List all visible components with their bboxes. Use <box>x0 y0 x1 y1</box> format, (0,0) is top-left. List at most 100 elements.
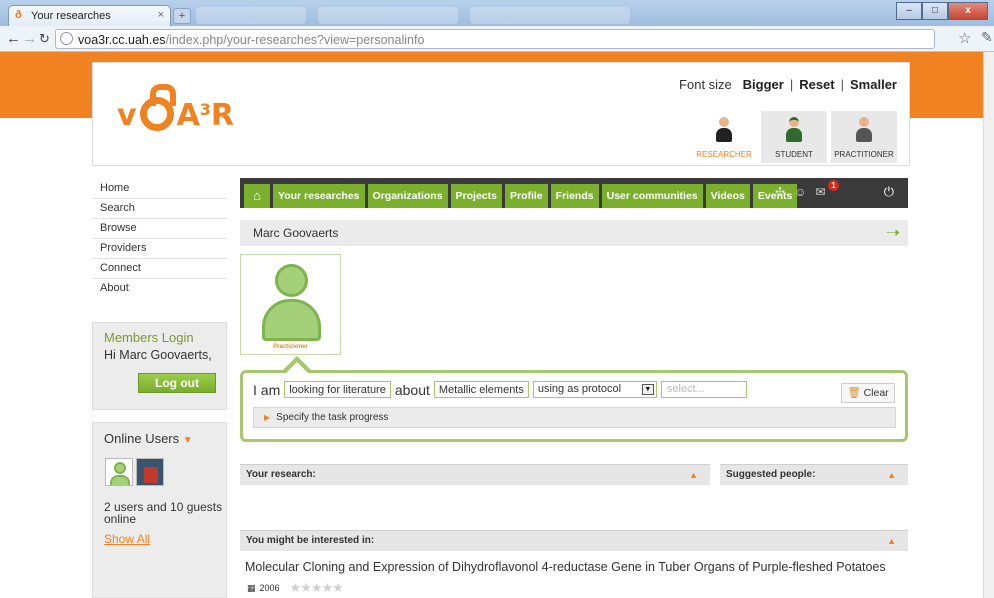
online-users-box: Online Users ▼ 2 users and 10 guests onl… <box>92 422 227 598</box>
nav-providers[interactable]: Providers <box>92 239 227 259</box>
tab-videos[interactable]: Videos <box>705 184 750 208</box>
rating-stars[interactable]: ★★★★★ <box>290 580 344 596</box>
profile-avatar-body <box>262 299 321 341</box>
back-arrow-icon[interactable]: ← <box>6 30 21 48</box>
online-avatars <box>105 458 164 486</box>
minimize-button[interactable]: – <box>896 2 922 20</box>
suggested-people-header[interactable]: Suggested people: ▲ <box>720 464 908 485</box>
researcher-icon <box>716 117 732 143</box>
reload-icon[interactable]: ↻ <box>39 30 50 48</box>
student-icon <box>786 117 802 143</box>
home-icon[interactable]: ⌂ <box>244 184 270 208</box>
about-label: about <box>394 381 430 398</box>
font-bigger-link[interactable]: Bigger <box>743 77 784 92</box>
topic-chip[interactable]: Metallic elements <box>433 381 529 398</box>
window-close-button[interactable]: x <box>948 2 988 20</box>
tab-your-researches[interactable]: Your researches <box>273 184 365 208</box>
trash-icon: 🗑 <box>847 387 861 399</box>
voa3r-favicon-icon: ð <box>15 9 22 21</box>
voa3r-logo[interactable]: vA3R <box>117 84 234 133</box>
arrow-right-icon[interactable]: ➝ <box>886 223 900 243</box>
callout-pointer-inner <box>285 362 309 374</box>
caret-up-icon: ▲ <box>887 536 896 546</box>
members-login-box: Members Login Hi Marc Goovaerts, Log out <box>92 322 227 410</box>
clear-button[interactable]: 🗑 Clear <box>841 383 895 403</box>
font-reset-link[interactable]: Reset <box>799 77 834 92</box>
browser-toolbar: ← → ↻ voa3r.cc.uah.es/index.php/your-res… <box>0 26 994 52</box>
online-count-text: 2 users and 10 guests online <box>104 500 223 526</box>
maximize-button[interactable]: □ <box>922 2 948 20</box>
user-name: Marc Goovaerts <box>253 226 339 240</box>
task-box: I am looking for literature about Metall… <box>240 370 908 442</box>
font-size-label: Font size <box>679 77 732 92</box>
role-practitioner[interactable]: PRACTITIONER <box>831 111 897 163</box>
browser-tab[interactable] <box>470 7 630 24</box>
action-chip[interactable]: looking for literature <box>284 381 391 398</box>
profile-avatar-head <box>275 264 308 297</box>
nav-icon-group: ✣ ☺ ✉ <box>775 185 825 199</box>
greeting-text: Hi Marc Goovaerts, <box>104 348 212 362</box>
task-sentence: I am looking for literature about Metall… <box>253 381 747 398</box>
user-name-bar: Marc Goovaerts ➝ <box>240 220 908 246</box>
profile-role-caption: Practicioner <box>273 344 308 350</box>
browser-tab-active[interactable]: ð Your researches × <box>8 5 171 27</box>
close-tab-icon[interactable]: × <box>158 9 164 21</box>
network-icon[interactable]: ✣ <box>775 185 785 199</box>
nav-about[interactable]: About <box>92 279 227 299</box>
power-icon[interactable]: ⏻ <box>884 184 894 200</box>
online-users-title[interactable]: Online Users ▼ <box>104 431 193 446</box>
caret-up-icon: ▲ <box>887 470 896 480</box>
main-nav-bar: ⌂ Your researches Organizations Projects… <box>240 178 908 208</box>
tab-profile[interactable]: Profile <box>504 184 548 208</box>
caret-down-icon: ▼ <box>182 435 193 446</box>
i-am-label: I am <box>253 381 281 398</box>
wrench-icon[interactable]: ✎ <box>981 29 993 46</box>
nav-connect[interactable]: Connect <box>92 259 227 279</box>
mail-count-badge: 1 <box>828 180 839 191</box>
logo-lock-ring <box>139 84 176 131</box>
vertical-scrollbar[interactable] <box>983 52 994 598</box>
task-progress-toggle[interactable]: ▶ Specify the task progress <box>253 407 896 428</box>
calendar-icon: ▦ <box>247 582 256 593</box>
browser-tab[interactable] <box>196 7 306 24</box>
show-all-link[interactable]: Show All <box>104 532 150 546</box>
tab-projects[interactable]: Projects <box>450 184 502 208</box>
role-student[interactable]: STUDENT <box>761 111 827 163</box>
site-header: vA3R Font size Bigger | Reset | Smaller RESE… <box>92 62 910 166</box>
tab-organizations[interactable]: Organizations <box>367 184 448 208</box>
address-bar[interactable]: voa3r.cc.uah.es/index.php/your-researche… <box>55 29 935 49</box>
triangle-right-icon: ▶ <box>264 413 271 422</box>
article-year: 2006 <box>259 583 280 593</box>
dropdown-arrow-icon[interactable]: ▼ <box>641 384 654 395</box>
forward-arrow-icon[interactable]: → <box>22 30 37 48</box>
font-size-controls: Font size Bigger | Reset | Smaller <box>679 77 897 92</box>
interested-header[interactable]: You might be interested in: ▲ <box>240 530 908 551</box>
avatar[interactable] <box>136 458 164 486</box>
font-smaller-link[interactable]: Smaller <box>850 77 897 92</box>
caret-up-icon: ▲ <box>689 470 698 480</box>
window-controls: – □ x <box>896 2 988 20</box>
role-researcher[interactable]: RESEARCHER <box>691 111 757 163</box>
nav-search[interactable]: Search <box>92 199 227 219</box>
browser-tab[interactable] <box>318 7 458 24</box>
bookmark-star-icon[interactable]: ☆ <box>958 29 971 47</box>
profile-picture[interactable]: Practicioner <box>240 254 341 355</box>
tab-friends[interactable]: Friends <box>550 184 599 208</box>
avatar[interactable] <box>105 458 133 486</box>
select-input[interactable]: select... <box>660 381 747 398</box>
people-icon[interactable]: ☺ <box>794 185 806 199</box>
nav-browse[interactable]: Browse <box>92 219 227 239</box>
protocol-select[interactable]: using as protocol ▼ <box>532 381 657 398</box>
nav-home[interactable]: Home <box>92 179 227 199</box>
browser-titlebar: ð Your researches × + – □ x <box>0 0 994 27</box>
main-nav-tabs: ⌂ Your researches Organizations Projects… <box>244 184 798 208</box>
tab-user-communities[interactable]: User communities <box>601 184 703 208</box>
your-research-header[interactable]: Your research: ▲ <box>240 464 710 485</box>
new-tab-button[interactable]: + <box>173 8 191 24</box>
article-title[interactable]: Molecular Cloning and Expression of Dihy… <box>245 560 886 574</box>
article-meta: ▦ 2006 ★★★★★ <box>247 580 344 596</box>
role-selector: RESEARCHER STUDENT PRACTITIONER <box>691 111 897 163</box>
left-nav: Home Search Browse Providers Connect Abo… <box>92 179 227 299</box>
logout-button[interactable]: Log out <box>138 373 216 393</box>
mail-icon[interactable]: ✉ <box>815 185 825 199</box>
